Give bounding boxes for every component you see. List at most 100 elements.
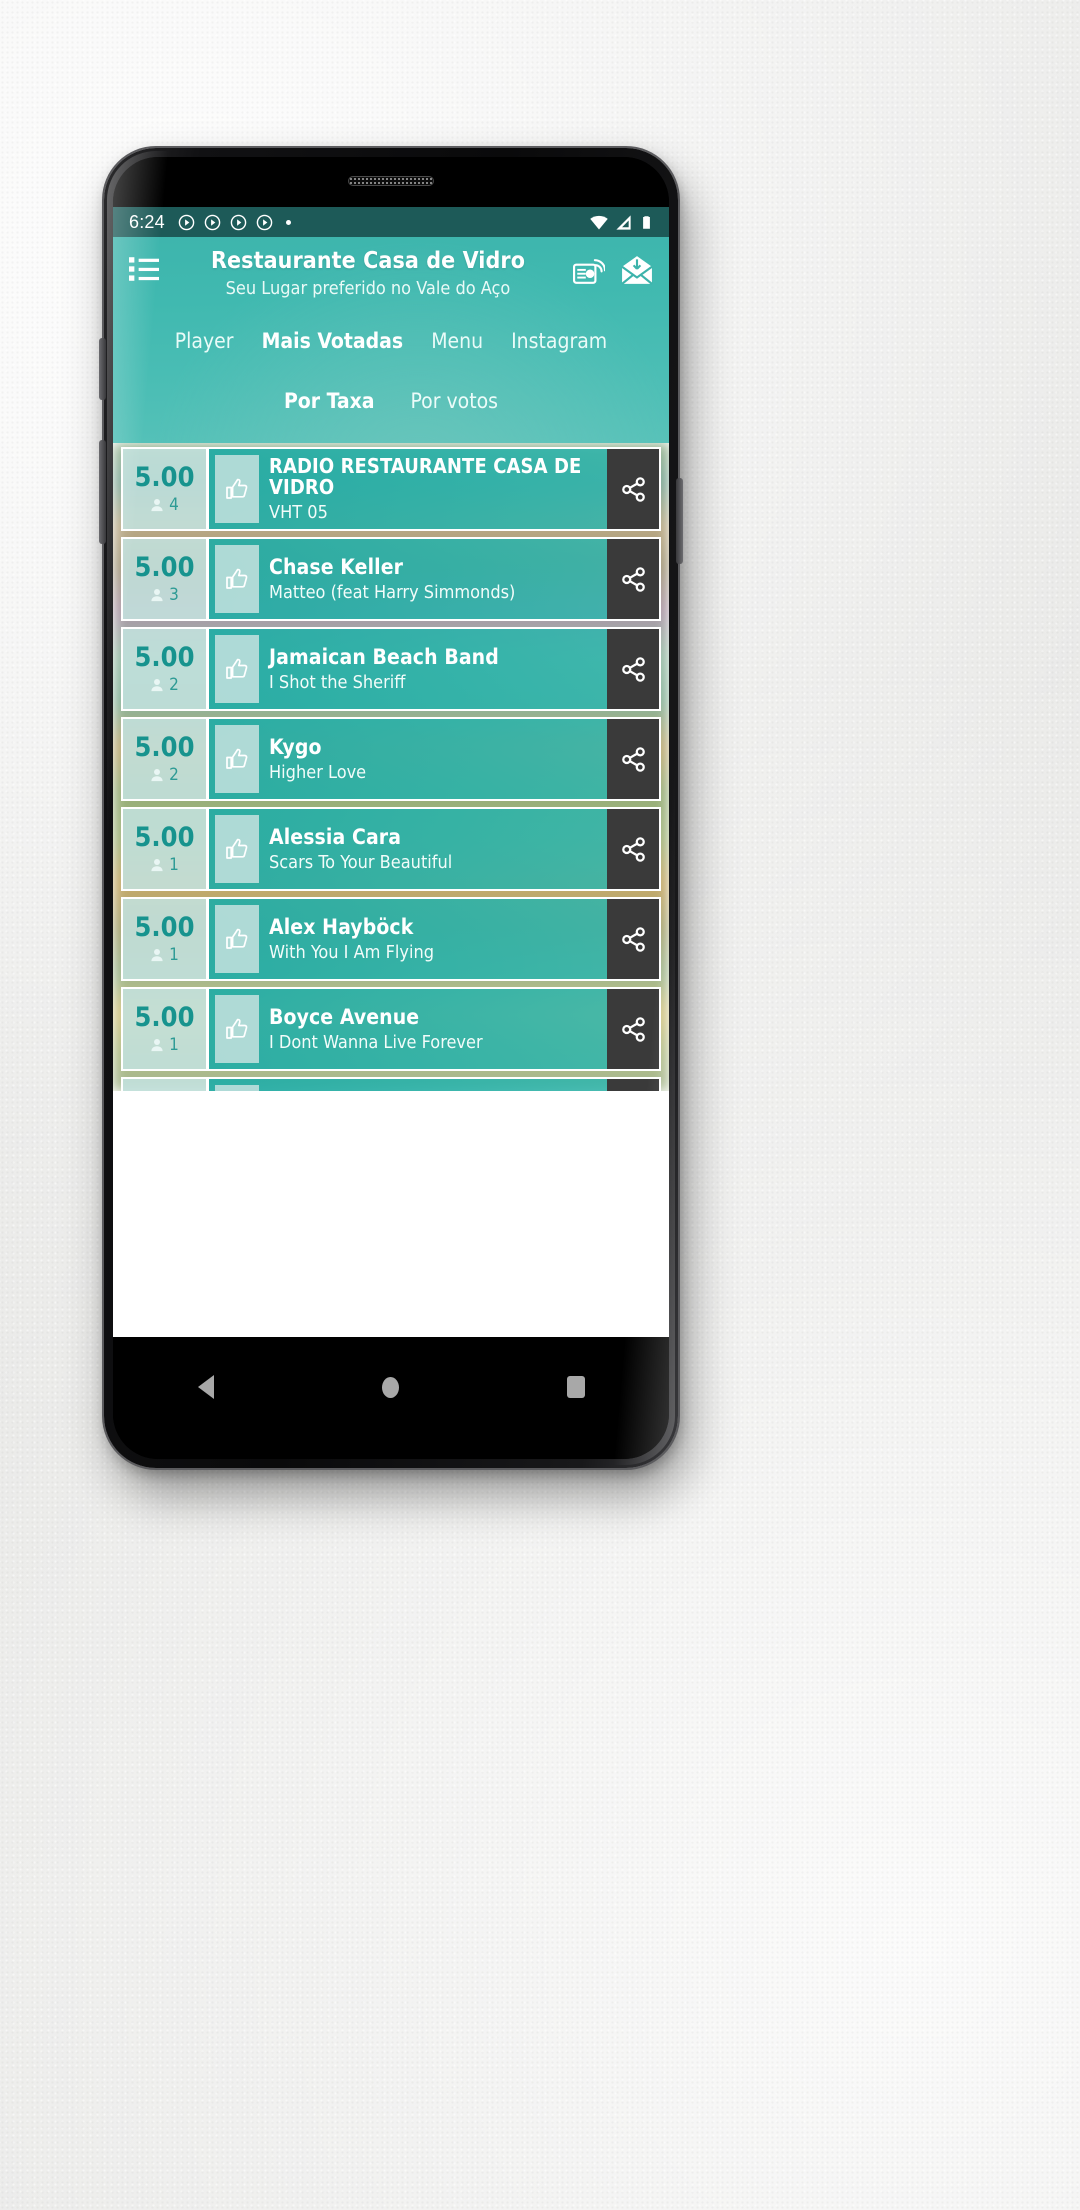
thumbs-up-icon[interactable] xyxy=(215,635,259,704)
row-text: Kygo Higher Love xyxy=(267,719,607,799)
song-subtitle: Higher Love xyxy=(269,762,367,783)
row-body[interactable]: RADIO RESTAURANTE CASA DE VIDRO VHT 05 xyxy=(209,449,659,530)
wall-background: 6:24 Restaurante Casa de Vidro Seu Lugar… xyxy=(0,0,1080,2210)
row-body[interactable]: Chase Keller Matteo (feat Harry Simmonds… xyxy=(209,539,659,620)
thumbs-up-icon[interactable] xyxy=(215,815,259,884)
song-subtitle: I Dont Wanna Live Forever xyxy=(269,1032,483,1053)
table-row[interactable]: 5.00 2 xyxy=(121,717,661,802)
subtab-por-taxa[interactable]: Por Taxa xyxy=(284,389,375,413)
table-row[interactable]: 5.00 1 xyxy=(121,807,661,892)
wifi-icon xyxy=(589,212,609,232)
vote-count: 1 xyxy=(150,855,179,875)
person-icon xyxy=(150,498,164,512)
thumbs-up-icon[interactable] xyxy=(215,455,259,524)
android-nav-bar xyxy=(113,1337,669,1459)
status-bar: 6:24 xyxy=(113,207,669,237)
rating-value: 5.00 xyxy=(134,461,195,493)
phone-screen: 6:24 Restaurante Casa de Vidro Seu Lugar… xyxy=(113,157,669,1459)
power-button[interactable] xyxy=(676,478,683,564)
song-title: Jamaican Beach Band xyxy=(269,644,499,669)
row-body[interactable]: Boyce Avenue I Dont Wanna Live Forever xyxy=(209,989,659,1070)
table-row[interactable]: 5.00 4 RADIO RESTAURANTE CASA DE VIDRO V… xyxy=(121,447,661,532)
song-title: Kygo xyxy=(269,734,322,759)
rating-cell xyxy=(123,1079,209,1092)
table-row[interactable]: 5.00 2 xyxy=(121,627,661,712)
rating-cell: 5.00 4 xyxy=(123,449,209,530)
row-text xyxy=(267,1079,607,1091)
thumbs-up-icon[interactable] xyxy=(215,1085,259,1092)
vote-count: 4 xyxy=(150,495,179,515)
row-text: Chase Keller Matteo (feat Harry Simmonds… xyxy=(267,539,607,619)
rating-cell: 5.00 2 xyxy=(123,629,209,710)
volume-button[interactable] xyxy=(99,440,106,544)
row-body[interactable]: Kygo Higher Love xyxy=(209,719,659,800)
tab-player[interactable]: Player xyxy=(175,329,234,353)
song-title: RADIO RESTAURANTE CASA DE VIDRO xyxy=(269,453,582,500)
share-icon[interactable] xyxy=(607,809,659,890)
phone-device: 6:24 Restaurante Casa de Vidro Seu Lugar… xyxy=(99,148,683,1468)
row-text: Jamaican Beach Band I Shot the Sheriff xyxy=(267,629,607,709)
song-subtitle: With You I Am Flying xyxy=(269,942,435,963)
thumbs-up-icon[interactable] xyxy=(215,905,259,974)
envelope-icon[interactable] xyxy=(621,255,653,285)
share-icon[interactable] xyxy=(607,989,659,1070)
status-bar-clock: 6:24 xyxy=(129,211,165,232)
song-subtitle: I Shot the Sheriff xyxy=(269,672,406,693)
page-title: Restaurante Casa de Vidro xyxy=(210,248,526,274)
table-row[interactable]: 5.00 1 xyxy=(121,987,661,1072)
primary-tabs: Player Mais Votadas Menu Instagram xyxy=(113,303,669,359)
vote-count: 2 xyxy=(150,765,179,785)
rating-value: 5.00 xyxy=(134,1001,195,1033)
page-subtitle: Seu Lugar preferido no Vale do Aço xyxy=(225,278,511,300)
row-body[interactable]: Jamaican Beach Band I Shot the Sheriff xyxy=(209,629,659,710)
share-icon[interactable] xyxy=(607,899,659,980)
person-icon xyxy=(150,768,164,782)
cellular-signal-icon xyxy=(614,213,633,232)
play-circle-icon xyxy=(204,214,221,231)
row-body[interactable]: Alessia Cara Scars To Your Beautiful xyxy=(209,809,659,890)
song-title: Boyce Avenue xyxy=(269,1004,420,1029)
tab-menu[interactable]: Menu xyxy=(431,329,483,353)
vote-count-value: 1 xyxy=(169,854,179,875)
tab-instagram[interactable]: Instagram xyxy=(511,329,607,353)
vote-count-value: 2 xyxy=(169,764,179,785)
person-icon xyxy=(150,1038,164,1052)
row-body[interactable] xyxy=(209,1079,659,1092)
song-subtitle: Scars To Your Beautiful xyxy=(269,852,453,873)
title-bar: Restaurante Casa de Vidro Seu Lugar pref… xyxy=(113,237,669,303)
home-nav-icon[interactable] xyxy=(356,1367,426,1407)
thumbs-up-icon[interactable] xyxy=(215,725,259,794)
share-icon[interactable] xyxy=(607,1079,659,1092)
tab-mais-votadas[interactable]: Mais Votadas xyxy=(262,329,404,353)
share-icon[interactable] xyxy=(607,719,659,800)
song-list[interactable]: 5.00 4 RADIO RESTAURANTE CASA DE VIDRO V… xyxy=(113,443,669,1092)
radio-icon[interactable] xyxy=(573,255,605,285)
status-bar-notification-icons xyxy=(178,214,273,231)
rating-value: 5.00 xyxy=(134,641,195,673)
rating-cell: 5.00 1 xyxy=(123,989,209,1070)
row-body[interactable]: Alex Hayböck With You I Am Flying xyxy=(209,899,659,980)
share-icon[interactable] xyxy=(607,629,659,710)
vote-count-value: 2 xyxy=(169,674,179,695)
secondary-tabs: Por Taxa Por votos xyxy=(113,359,669,443)
table-row[interactable]: 5.00 1 xyxy=(121,897,661,982)
table-row[interactable] xyxy=(121,1077,661,1092)
rating-value: 5.00 xyxy=(134,821,195,853)
recent-apps-nav-icon[interactable] xyxy=(541,1367,611,1407)
table-row[interactable]: 5.00 3 Chase Keller Matteo (feat Harry S… xyxy=(121,537,661,622)
vote-count: 2 xyxy=(150,675,179,695)
rating-cell: 5.00 2 xyxy=(123,719,209,800)
share-icon[interactable] xyxy=(607,449,659,530)
battery-icon xyxy=(638,213,655,232)
list-menu-icon[interactable] xyxy=(129,249,163,283)
person-icon xyxy=(150,678,164,692)
app-header: 6:24 Restaurante Casa de Vidro Seu Lugar… xyxy=(113,207,669,444)
bixby-button[interactable] xyxy=(99,338,106,400)
back-nav-icon[interactable] xyxy=(171,1367,241,1407)
thumbs-up-icon[interactable] xyxy=(215,545,259,614)
thumbs-up-icon[interactable] xyxy=(215,995,259,1064)
subtab-por-votos[interactable]: Por votos xyxy=(411,389,499,413)
vote-count-value: 1 xyxy=(169,944,179,965)
person-icon xyxy=(150,588,164,602)
share-icon[interactable] xyxy=(607,539,659,620)
